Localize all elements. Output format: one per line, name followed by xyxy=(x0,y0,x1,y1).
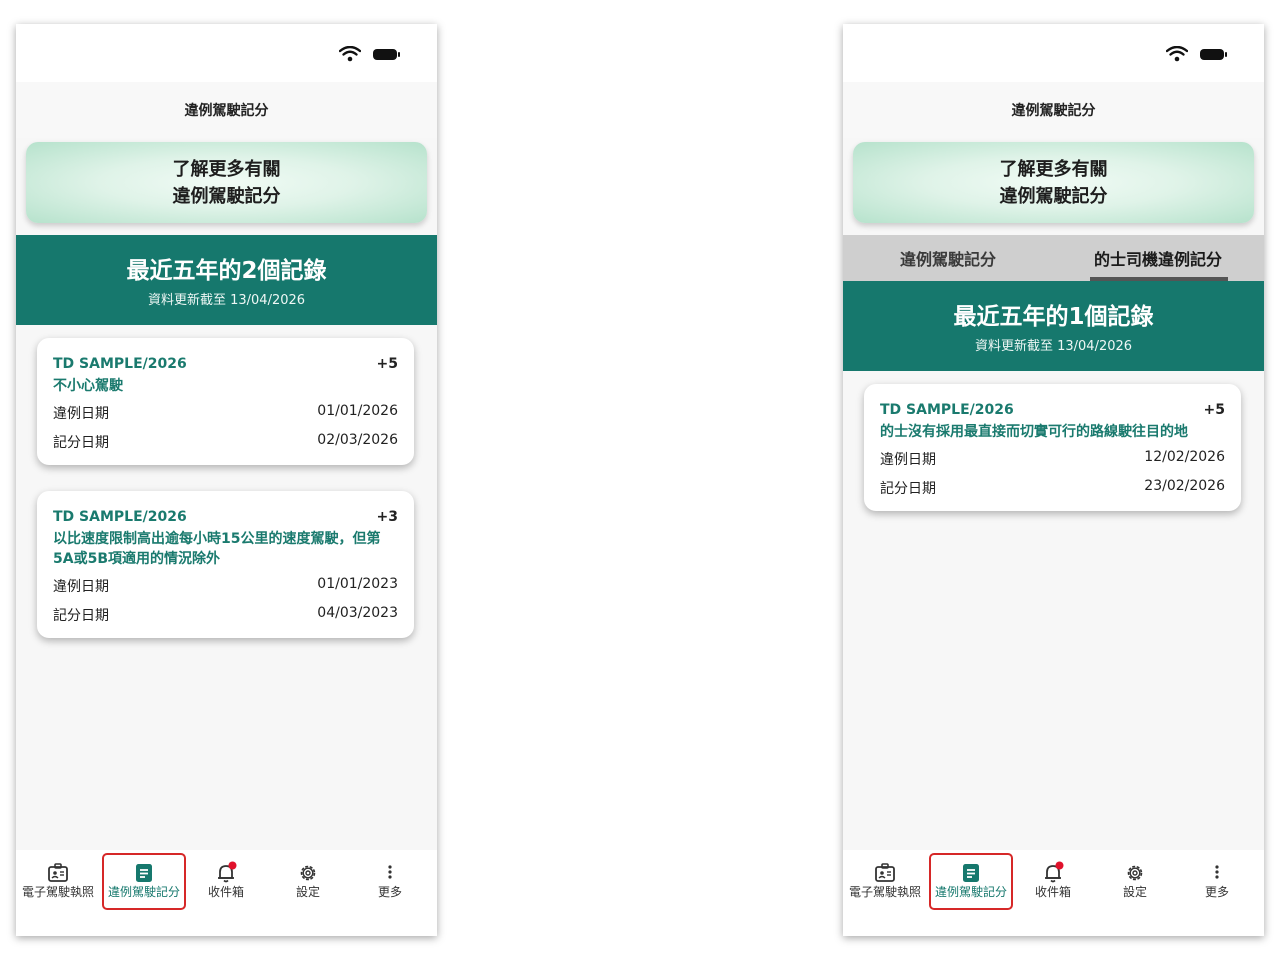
record-points: +5 xyxy=(1203,402,1225,418)
last-updated-text: 資料更新截至 13/04/2026 xyxy=(147,293,306,308)
points-date-value: 02/03/2026 xyxy=(317,432,398,448)
record-points: +3 xyxy=(376,509,398,525)
learn-more-line1: 了解更多有關 xyxy=(172,158,281,180)
record-id: TD SAMPLE/2026 xyxy=(880,402,1014,418)
nav-driving-points[interactable]: 違例駕駛記分 xyxy=(102,850,186,936)
record-id: TD SAMPLE/2026 xyxy=(53,356,187,372)
phone-screen-right: 違例駕駛記分 了解更多有關 違例駕駛記分 違例駕駛記分 的士司機違例記分 最近五… xyxy=(843,24,1264,936)
nav-more[interactable]: 更多 xyxy=(1175,850,1259,936)
record-card[interactable]: TD SAMPLE/2026 +3 以比速度限制高出逾每小時15公里的速度駕駛，… xyxy=(37,491,414,638)
offence-date-label: 違例日期 xyxy=(880,452,936,468)
bell-icon xyxy=(1045,861,1064,883)
nav-label: 更多 xyxy=(1204,885,1229,899)
nav-label: 電子駕駛執照 xyxy=(848,885,921,899)
gear-icon xyxy=(1127,865,1143,881)
more-icon xyxy=(1215,865,1219,879)
page-title: 違例駕駛記分 xyxy=(843,82,1264,138)
records-count-title: 最近五年的1個記錄 xyxy=(953,304,1154,330)
record-description: 不小心駕駛 xyxy=(53,378,123,394)
nav-label: 電子駕駛執照 xyxy=(21,885,94,899)
offence-date-row: 違例日期 01/01/2023 xyxy=(53,576,398,596)
points-date-row: 記分日期 04/03/2023 xyxy=(53,605,398,625)
nav-settings[interactable]: 設定 xyxy=(266,850,350,936)
battery-icon xyxy=(1200,49,1227,60)
records-summary: 最近五年的2個記錄 資料更新截至 13/04/2026 xyxy=(16,235,437,325)
points-type-tabs: 違例駕駛記分 的士司機違例記分 xyxy=(843,235,1264,281)
nav-label: 收件箱 xyxy=(1034,885,1071,899)
tab-taxi-driver-points[interactable]: 的士司機違例記分 xyxy=(1053,235,1263,281)
offence-date-value: 12/02/2026 xyxy=(1144,449,1225,465)
nav-label: 違例駕駛記分 xyxy=(107,885,180,899)
nav-settings[interactable]: 設定 xyxy=(1093,850,1177,936)
nav-more[interactable]: 更多 xyxy=(348,850,432,936)
learn-more-line2: 違例駕駛記分 xyxy=(172,185,281,207)
learn-more-button[interactable]: 了解更多有關 違例駕駛記分 xyxy=(853,142,1254,223)
battery-icon xyxy=(373,49,400,60)
points-date-label: 記分日期 xyxy=(53,435,109,451)
record-id: TD SAMPLE/2026 xyxy=(53,509,187,525)
nav-inbox[interactable]: 收件箱 xyxy=(184,850,268,936)
bell-icon xyxy=(218,861,237,883)
status-bar xyxy=(843,24,1264,82)
offence-date-row: 違例日期 01/01/2026 xyxy=(53,403,398,423)
points-date-label: 記分日期 xyxy=(53,608,109,624)
points-date-value: 23/02/2026 xyxy=(1144,478,1225,494)
nav-label: 更多 xyxy=(377,885,402,899)
record-points: +5 xyxy=(376,356,398,372)
nav-driving-points[interactable]: 違例駕駛記分 xyxy=(929,850,1013,936)
bottom-navigation: 電子駕駛執照 違例駕駛記分 收件箱 設定 更多 xyxy=(843,850,1264,936)
learn-more-line1: 了解更多有關 xyxy=(999,158,1108,180)
record-card[interactable]: TD SAMPLE/2026 +5 的士沒有採用最直接而切實可行的路線駛往目的地… xyxy=(864,384,1241,511)
more-icon xyxy=(388,865,392,879)
tab-driving-offence-points[interactable]: 違例駕駛記分 xyxy=(843,235,1053,281)
learn-more-button[interactable]: 了解更多有關 違例駕駛記分 xyxy=(26,142,427,223)
nav-inbox[interactable]: 收件箱 xyxy=(1011,850,1095,936)
document-icon xyxy=(963,864,979,882)
offence-date-value: 01/01/2023 xyxy=(317,576,398,592)
offence-date-label: 違例日期 xyxy=(53,579,109,595)
wifi-icon xyxy=(339,46,361,62)
gear-icon xyxy=(300,865,316,881)
document-icon xyxy=(136,864,152,882)
bottom-navigation: 電子駕駛執照 違例駕駛記分 收件箱 設定 更多 xyxy=(16,850,437,936)
offence-date-label: 違例日期 xyxy=(53,406,109,422)
nav-e-licence[interactable]: 電子駕駛執照 xyxy=(16,850,100,936)
wifi-icon xyxy=(1166,46,1188,62)
phone-screen-left: 違例駕駛記分 了解更多有關 違例駕駛記分 最近五年的2個記錄 資料更新截至 13… xyxy=(16,24,437,936)
nav-label: 違例駕駛記分 xyxy=(934,885,1007,899)
points-date-label: 記分日期 xyxy=(880,481,936,497)
nav-label: 收件箱 xyxy=(207,885,244,899)
last-updated-text: 資料更新截至 13/04/2026 xyxy=(974,339,1133,354)
nav-label: 設定 xyxy=(295,885,320,899)
points-date-row: 記分日期 02/03/2026 xyxy=(53,432,398,452)
points-date-row: 記分日期 23/02/2026 xyxy=(880,478,1225,498)
offence-date-value: 01/01/2026 xyxy=(317,403,398,419)
record-description: 以比速度限制高出逾每小時15公里的速度駕駛，但第5A或5B項適用的情況除外 xyxy=(53,531,381,567)
nav-label: 設定 xyxy=(1122,885,1147,899)
learn-more-line2: 違例駕駛記分 xyxy=(999,185,1108,207)
records-summary: 最近五年的1個記錄 資料更新截至 13/04/2026 xyxy=(843,281,1264,371)
page-title: 違例駕駛記分 xyxy=(16,82,437,138)
points-date-value: 04/03/2023 xyxy=(317,605,398,621)
records-count-title: 最近五年的2個記錄 xyxy=(126,258,327,284)
status-bar xyxy=(16,24,437,82)
record-card[interactable]: TD SAMPLE/2026 +5 不小心駕駛 違例日期 01/01/2026 … xyxy=(37,338,414,465)
nav-e-licence[interactable]: 電子駕駛執照 xyxy=(843,850,927,936)
record-description: 的士沒有採用最直接而切實可行的路線駛往目的地 xyxy=(880,424,1188,440)
license-icon xyxy=(875,863,895,882)
offence-date-row: 違例日期 12/02/2026 xyxy=(880,449,1225,469)
license-icon xyxy=(48,863,68,882)
